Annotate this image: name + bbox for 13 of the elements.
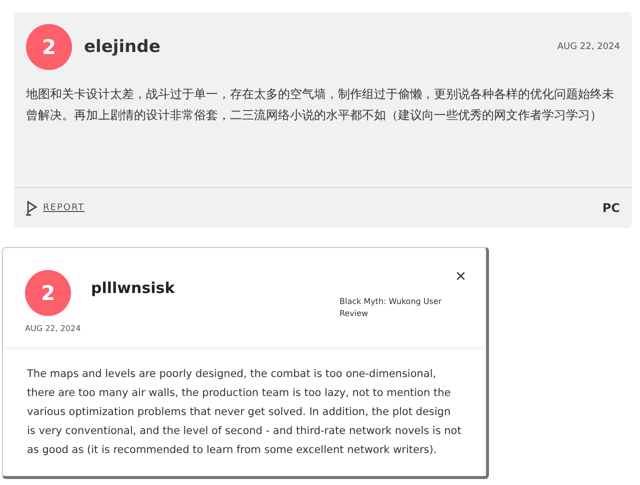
username: plllwnsisk	[91, 279, 175, 297]
report-link[interactable]: REPORT	[43, 203, 85, 213]
review-text: The maps and levels are poorly designed, the combat is too one-dimensional, there are too many air walls, the production team is too lazy, not to mention the various optimization problems that never get solved. In addition, the plot design is very conventional, and the level of second - and third-rate network novels is not as good as (it is recommended to learn from some excellent network writers).	[27, 367, 462, 458]
score-badge: 2	[25, 270, 71, 316]
score-badge: 2	[26, 24, 72, 70]
review-text: 地图和关卡设计太差，战斗过于单一，存在太多的空气墙，制作组过于偷懒，更别说各种各样的优化问题始终未曾解决。再加上剧情的设计非常俗套，二三流网络小说的水平都不如（建议向一些优秀的网文作者学习学习）	[26, 86, 615, 124]
username: elejinde	[84, 37, 160, 57]
review-source: Black Myth: Wukong User Review	[339, 296, 443, 320]
review-date: AUG 22, 2024	[25, 324, 82, 333]
close-button[interactable]: ×	[455, 266, 466, 286]
review-date: AUG 22, 2024	[557, 42, 620, 52]
flag-icon	[26, 200, 37, 216]
platform-label: PC	[602, 201, 620, 215]
